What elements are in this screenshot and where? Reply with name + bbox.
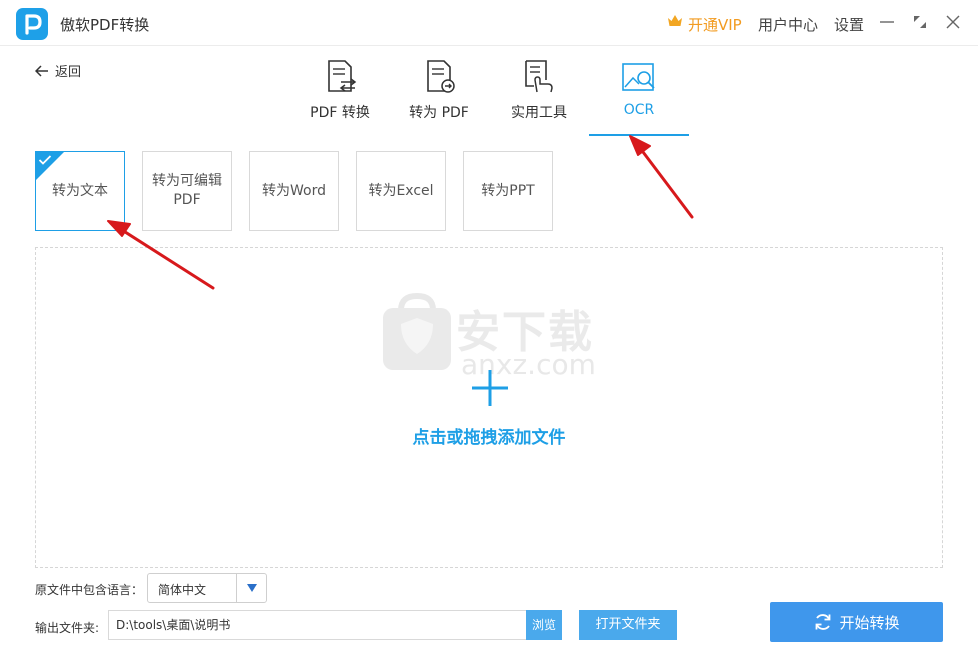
browse-button[interactable]: 浏览 bbox=[526, 610, 562, 640]
start-convert-button[interactable]: 开始转换 bbox=[770, 602, 943, 642]
refresh-icon bbox=[816, 614, 831, 630]
tab-label: 实用工具 bbox=[511, 105, 567, 121]
tab-label: OCR bbox=[623, 102, 655, 118]
tab-utilities[interactable]: 实用工具 bbox=[489, 58, 589, 136]
app-window: 傲软PDF转换 开通VIP 用户中心 设置 返回 PDF 转换 转为 PDF 实… bbox=[0, 0, 978, 668]
option-label: 转为PPT bbox=[481, 182, 535, 199]
option-label: 转为Word bbox=[262, 182, 326, 199]
ocr-scan-icon bbox=[622, 63, 655, 91]
option-to-ppt[interactable]: 转为PPT bbox=[463, 151, 553, 231]
to-pdf-icon bbox=[427, 60, 455, 93]
language-select[interactable]: 简体中文 bbox=[147, 573, 267, 603]
pdf-convert-icon bbox=[328, 60, 357, 92]
language-label: 原文件中包含语言： bbox=[35, 583, 144, 597]
tab-ocr[interactable]: OCR bbox=[589, 58, 689, 136]
plus-icon bbox=[472, 370, 508, 406]
option-to-word[interactable]: 转为Word bbox=[249, 151, 339, 231]
option-to-editable-pdf[interactable]: 转为可编辑PDF bbox=[142, 151, 232, 231]
close-icon[interactable] bbox=[944, 13, 962, 31]
option-label: 转为可编辑PDF bbox=[152, 173, 222, 208]
start-button-label: 开始转换 bbox=[839, 613, 900, 632]
tab-pdf-convert[interactable]: PDF 转换 bbox=[290, 58, 390, 136]
annotation-arrow-ocr bbox=[629, 135, 694, 219]
vip-link[interactable]: 开通VIP bbox=[688, 14, 742, 35]
tools-hand-icon bbox=[525, 60, 553, 93]
settings-link[interactable]: 设置 bbox=[834, 14, 864, 35]
tab-label: PDF 转换 bbox=[310, 105, 370, 121]
app-logo bbox=[16, 8, 48, 40]
arrow-left-icon bbox=[35, 64, 48, 77]
title-bar: 傲软PDF转换 开通VIP 用户中心 设置 bbox=[0, 0, 978, 46]
option-label: 转为Excel bbox=[368, 182, 434, 199]
tab-to-pdf[interactable]: 转为 PDF bbox=[389, 58, 489, 136]
file-drop-zone[interactable]: 安下载 anxz.com 点击或拖拽添加文件 bbox=[35, 247, 943, 568]
open-folder-button[interactable]: 打开文件夹 bbox=[579, 610, 677, 640]
back-label: 返回 bbox=[55, 65, 82, 80]
dropdown-toggle[interactable] bbox=[236, 574, 266, 602]
crown-icon bbox=[668, 15, 682, 26]
output-folder-label: 输出文件夹: bbox=[35, 621, 100, 635]
back-button[interactable]: 返回 bbox=[35, 61, 81, 80]
drop-instruction: 点击或拖拽添加文件 bbox=[412, 428, 566, 448]
check-icon bbox=[38, 155, 52, 165]
restore-icon[interactable] bbox=[911, 13, 929, 31]
user-center-link[interactable]: 用户中心 bbox=[758, 14, 818, 35]
minimize-icon[interactable] bbox=[878, 13, 896, 31]
output-path-field[interactable]: D:\tools\桌面\说明书 bbox=[108, 610, 526, 640]
triangle-down-icon bbox=[247, 584, 257, 592]
tab-label: 转为 PDF bbox=[409, 105, 469, 121]
shield-bag-icon bbox=[383, 292, 451, 370]
app-title: 傲软PDF转换 bbox=[60, 16, 150, 34]
option-label: 转为文本 bbox=[52, 182, 108, 199]
language-value: 简体中文 bbox=[158, 583, 207, 597]
pdf-logo-icon bbox=[25, 14, 42, 35]
option-to-excel[interactable]: 转为Excel bbox=[356, 151, 446, 231]
option-to-text[interactable]: 转为文本 bbox=[35, 151, 125, 231]
